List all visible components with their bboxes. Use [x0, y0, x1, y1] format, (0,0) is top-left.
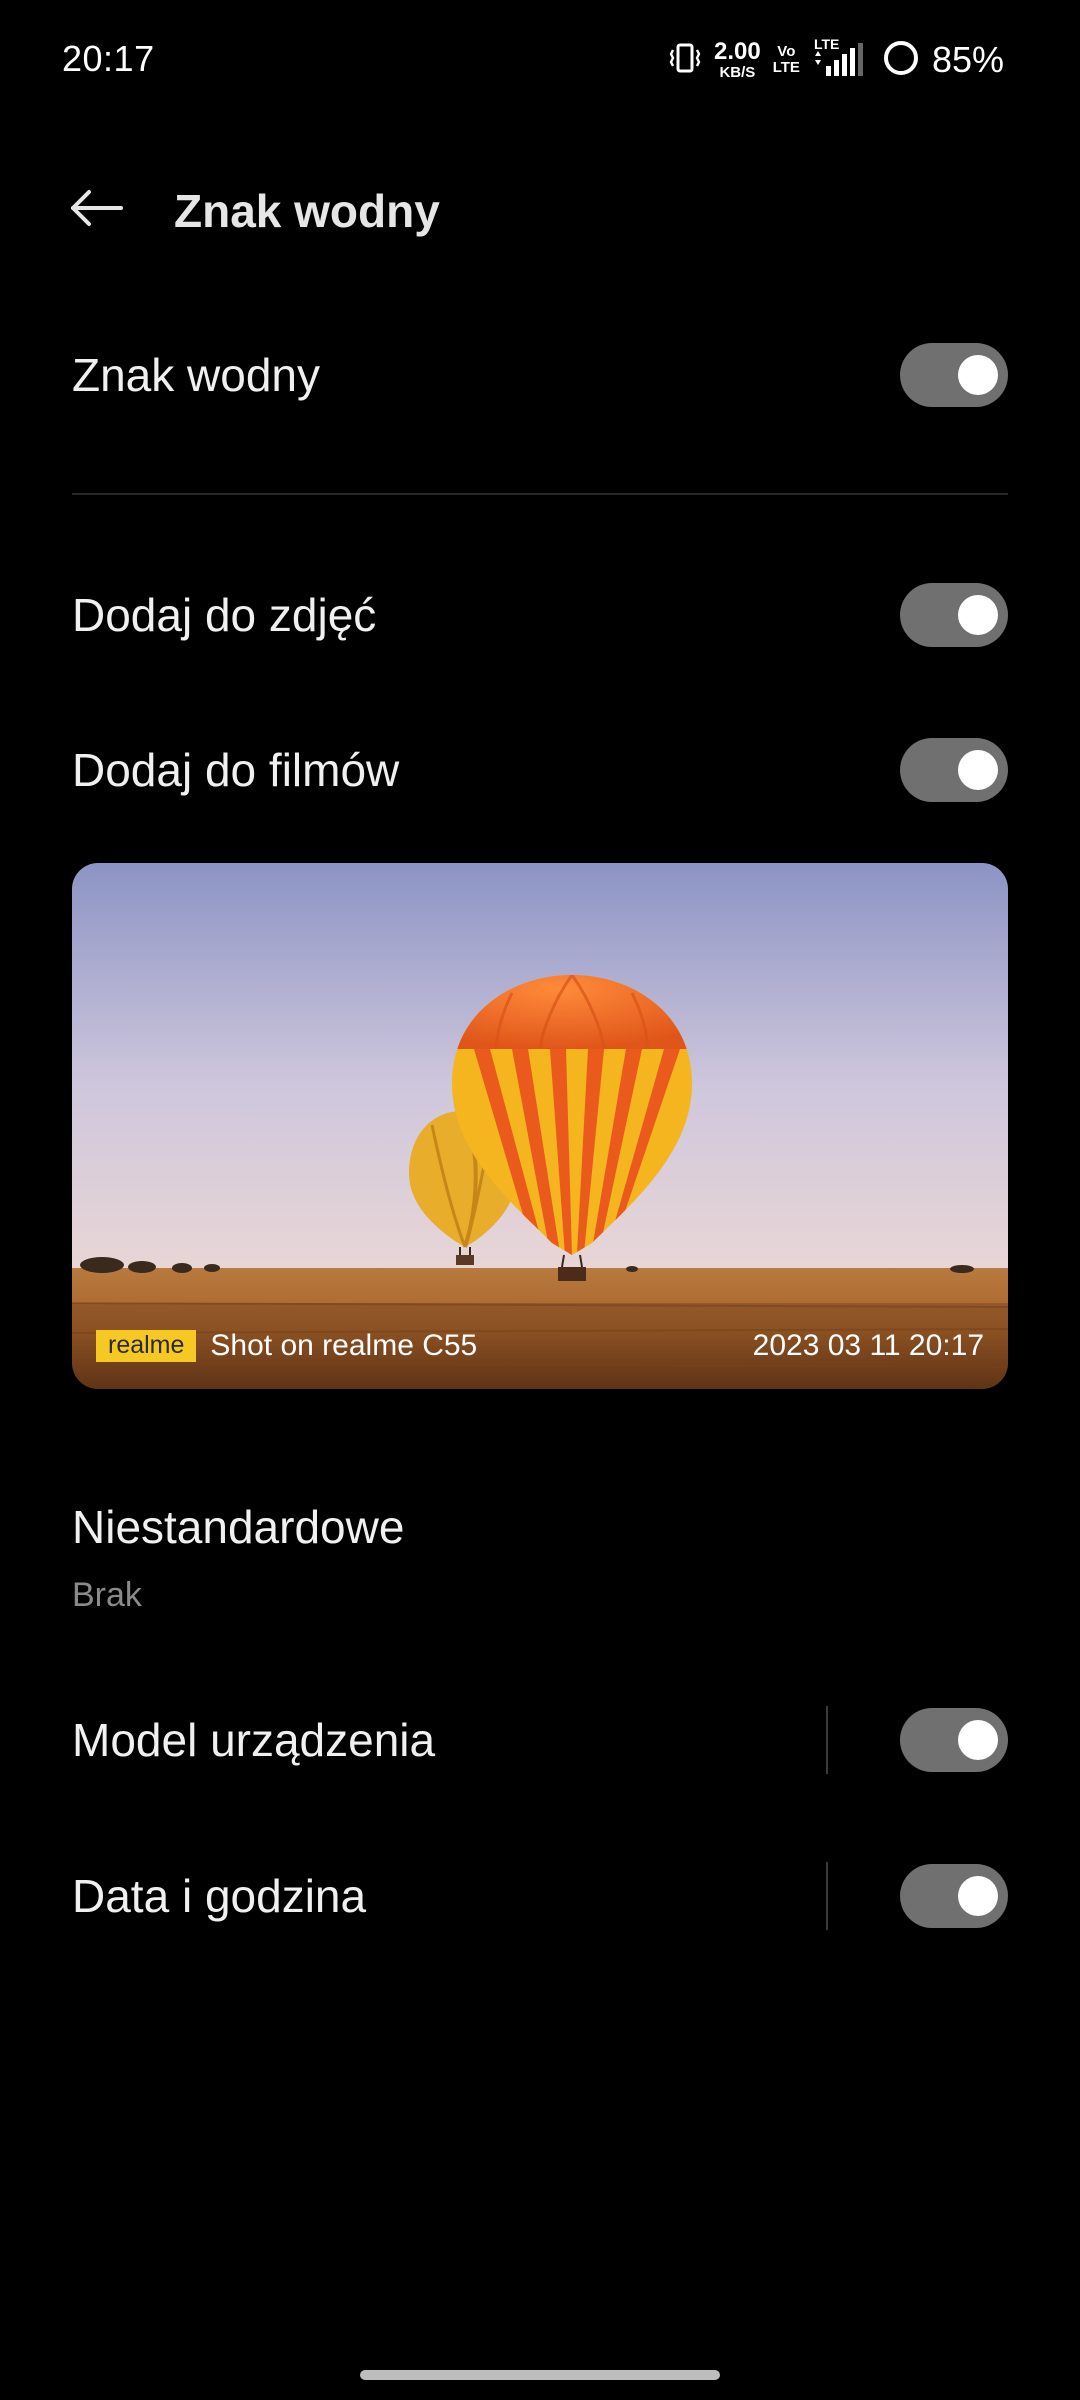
home-indicator[interactable]	[360, 2370, 720, 2380]
balloon-photo	[72, 863, 1008, 1389]
watermark-toggle[interactable]	[900, 343, 1008, 407]
network-speed-unit: KB/S	[719, 64, 756, 81]
back-button[interactable]	[56, 182, 136, 238]
signal-icon: LTE	[812, 36, 870, 80]
toggle-knob	[958, 750, 998, 790]
add-to-photos-label: Dodaj do zdjęć	[72, 589, 377, 641]
watermark-datetime: 2023 03 11 20:17	[752, 1329, 984, 1362]
date-time-label: Data i godzina	[72, 1870, 367, 1922]
date-time-row[interactable]: Data i godzina	[72, 1846, 1008, 1946]
page-title: Znak wodny	[174, 185, 440, 237]
custom-row[interactable]: Niestandardowe Brak	[72, 1500, 1008, 1640]
network-speed: 2.00 KB/S	[714, 38, 761, 81]
volte-top: Vo	[777, 43, 796, 61]
toggle-knob	[958, 1876, 998, 1916]
back-arrow-icon	[67, 188, 125, 233]
realme-logo: realme	[96, 1329, 197, 1363]
vibrate-icon	[668, 41, 702, 80]
watermark-overlay: realme Shot on realme C55 2023 03 11 20:…	[96, 1321, 984, 1371]
status-time: 20:17	[62, 38, 155, 79]
toggle-knob	[958, 355, 998, 395]
battery-percent: 85%	[931, 39, 1004, 80]
watermark-row[interactable]: Znak wodny	[72, 325, 1008, 425]
shot-on-text: Shot on realme C55	[210, 1329, 478, 1362]
add-to-videos-toggle[interactable]	[900, 738, 1008, 802]
watermark-label: Znak wodny	[72, 349, 321, 401]
watermark-preview: realme Shot on realme C55 2023 03 11 20:…	[72, 863, 1008, 1389]
volte-icon: Vo LTE	[773, 44, 800, 76]
add-to-photos-row[interactable]: Dodaj do zdjęć	[72, 565, 1008, 665]
volte-bottom: LTE	[772, 59, 800, 76]
vertical-divider	[826, 1862, 828, 1930]
battery-ring-icon	[882, 39, 920, 82]
device-model-toggle[interactable]	[900, 1708, 1008, 1772]
date-time-toggle[interactable]	[900, 1864, 1008, 1928]
device-model-row[interactable]: Model urządzenia	[72, 1690, 1008, 1790]
status-icons: 2.00 KB/S Vo LTE LTE 85%	[668, 30, 1004, 90]
network-speed-value: 2.00	[714, 38, 761, 65]
header: Znak wodny	[0, 160, 1080, 260]
custom-title: Niestandardowe	[72, 1501, 405, 1553]
status-bar: 20:17 2.00 KB/S Vo LTE LTE 85%	[0, 0, 1080, 120]
toggle-knob	[958, 595, 998, 635]
custom-value: Brak	[72, 1576, 142, 1614]
add-to-videos-row[interactable]: Dodaj do filmów	[72, 720, 1008, 820]
add-to-videos-label: Dodaj do filmów	[72, 744, 400, 796]
toggle-knob	[958, 1720, 998, 1760]
device-model-label: Model urządzenia	[72, 1714, 436, 1766]
vertical-divider	[826, 1706, 828, 1774]
section-divider	[72, 493, 1008, 495]
add-to-photos-toggle[interactable]	[900, 583, 1008, 647]
